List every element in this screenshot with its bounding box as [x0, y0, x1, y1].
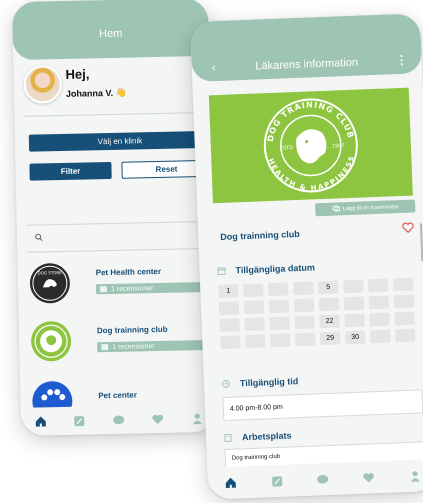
- calendar-day[interactable]: [219, 318, 240, 333]
- user-icon[interactable]: [190, 411, 204, 425]
- calendar-day[interactable]: [293, 281, 314, 296]
- calendar-day[interactable]: [394, 328, 416, 343]
- calendar-day[interactable]: [268, 299, 290, 314]
- add-comment-label: Lägg till en kommentar: [342, 203, 399, 212]
- svg-text:DOG STORE: DOG STORE: [38, 270, 63, 276]
- dog-training-club-logo: [30, 320, 72, 362]
- calendar-day[interactable]: [318, 297, 340, 312]
- clinic-select[interactable]: Välj en klinik ⌄: [28, 130, 212, 152]
- user-icon[interactable]: [407, 468, 422, 483]
- calendar-day[interactable]: [218, 301, 240, 316]
- review-badge: 1 recensioner: [97, 339, 216, 353]
- home-header: Hem: [12, 0, 210, 60]
- available-time-heading: Tillgänglig tid: [222, 376, 299, 389]
- search-input[interactable]: [27, 222, 214, 252]
- clinic-name[interactable]: Pet center: [98, 390, 137, 400]
- edit-icon[interactable]: [72, 414, 86, 428]
- hero-year: 1987: [332, 143, 345, 149]
- dog-store-logo: DOG STORE: [29, 262, 71, 304]
- comment-icon: [101, 344, 109, 351]
- calendar-day[interactable]: [368, 278, 389, 293]
- clinic-hero-image: DOG TRAINING CLUB HEALTH & HAPPINESS EST…: [208, 87, 413, 204]
- clinic-name[interactable]: Dog trainning club: [97, 325, 168, 335]
- bottom-tab-bar: [20, 403, 218, 436]
- calendar-day[interactable]: [244, 317, 265, 332]
- calendar-day[interactable]: [343, 279, 364, 294]
- home-icon[interactable]: [223, 476, 238, 491]
- calendar-day[interactable]: 30: [344, 330, 366, 345]
- available-time-title: Tillgänglig tid: [239, 376, 299, 389]
- calendar-day[interactable]: [243, 300, 265, 315]
- clinic-select-label: Välj en klinik: [97, 136, 143, 147]
- chat-icon[interactable]: [315, 472, 330, 487]
- chat-icon[interactable]: [112, 413, 126, 427]
- calendar-day[interactable]: [368, 295, 390, 310]
- detail-header: ‹ Läkarens information ⋮: [190, 13, 423, 82]
- add-comment-button[interactable]: Lägg till en kommentar: [315, 199, 416, 217]
- edit-icon[interactable]: [269, 474, 284, 489]
- calendar-day[interactable]: [295, 332, 316, 347]
- calendar-day[interactable]: [369, 329, 391, 344]
- available-dates-heading: Tillgängliga datum: [217, 262, 315, 276]
- calendar-day[interactable]: [369, 312, 390, 327]
- calendar-day[interactable]: [270, 333, 291, 348]
- calendar-day[interactable]: [293, 298, 315, 313]
- calendar-day[interactable]: [294, 315, 315, 330]
- calendar-day[interactable]: [344, 313, 365, 328]
- heart-outline-icon[interactable]: [402, 221, 414, 234]
- calendar-day[interactable]: [243, 283, 264, 298]
- search-icon: [35, 233, 43, 243]
- available-time-value: 4.00 pm-8.00 pm: [222, 389, 423, 422]
- review-count: 1 recensioner: [110, 284, 154, 293]
- avatar[interactable]: [23, 64, 63, 104]
- home-icon[interactable]: [33, 414, 47, 428]
- user-name: Johanna V. 👋: [65, 87, 127, 99]
- hero-est: ESTD: [280, 145, 294, 152]
- calendar-day[interactable]: [220, 335, 241, 350]
- more-menu-icon[interactable]: ⋮: [395, 53, 408, 67]
- heart-icon[interactable]: [361, 470, 376, 485]
- header-title: Hem: [98, 27, 123, 41]
- workplace-heading: Arbetsplats: [224, 430, 292, 443]
- calendar-day[interactable]: [268, 282, 289, 297]
- calendar-day[interactable]: [392, 277, 414, 292]
- calendar-day[interactable]: [394, 311, 415, 326]
- clinic-detail-screen: ‹ Läkarens information ⋮ DOG TRAINING CL…: [190, 13, 423, 500]
- filter-button[interactable]: Filter: [29, 161, 112, 181]
- comment-icon: [331, 205, 340, 213]
- review-badge: 1 recensioner: [95, 281, 215, 295]
- header-title: Läkarens information: [255, 56, 359, 73]
- calendar-day[interactable]: [343, 296, 365, 311]
- date-calendar: 1 5 22 29 30: [218, 277, 416, 350]
- calendar-day[interactable]: [245, 334, 266, 349]
- calendar-day[interactable]: 5: [318, 280, 339, 295]
- available-dates-title: Tillgängliga datum: [235, 262, 316, 276]
- building-icon: [224, 433, 232, 442]
- clock-icon: [222, 379, 230, 388]
- review-count: 1 recensioner: [112, 342, 155, 351]
- clinic-name: Dog trainning club: [220, 228, 300, 242]
- calendar-day[interactable]: 22: [319, 314, 340, 329]
- heart-icon[interactable]: [151, 412, 165, 426]
- clinic-name[interactable]: Pet Health center: [96, 267, 162, 277]
- calendar-day[interactable]: 29: [320, 331, 341, 346]
- home-screen: Hem Hej, Johanna V. 👋 Välj en klinik ⌄ F…: [12, 0, 218, 436]
- calendar-day[interactable]: [393, 294, 415, 309]
- calendar-icon: [217, 267, 226, 276]
- comment-icon: [99, 286, 108, 293]
- divider: [24, 111, 211, 117]
- calendar-day[interactable]: [269, 316, 290, 331]
- workplace-title: Arbetsplats: [241, 430, 292, 443]
- greeting: Hej,: [65, 66, 90, 82]
- calendar-day[interactable]: 1: [218, 284, 239, 299]
